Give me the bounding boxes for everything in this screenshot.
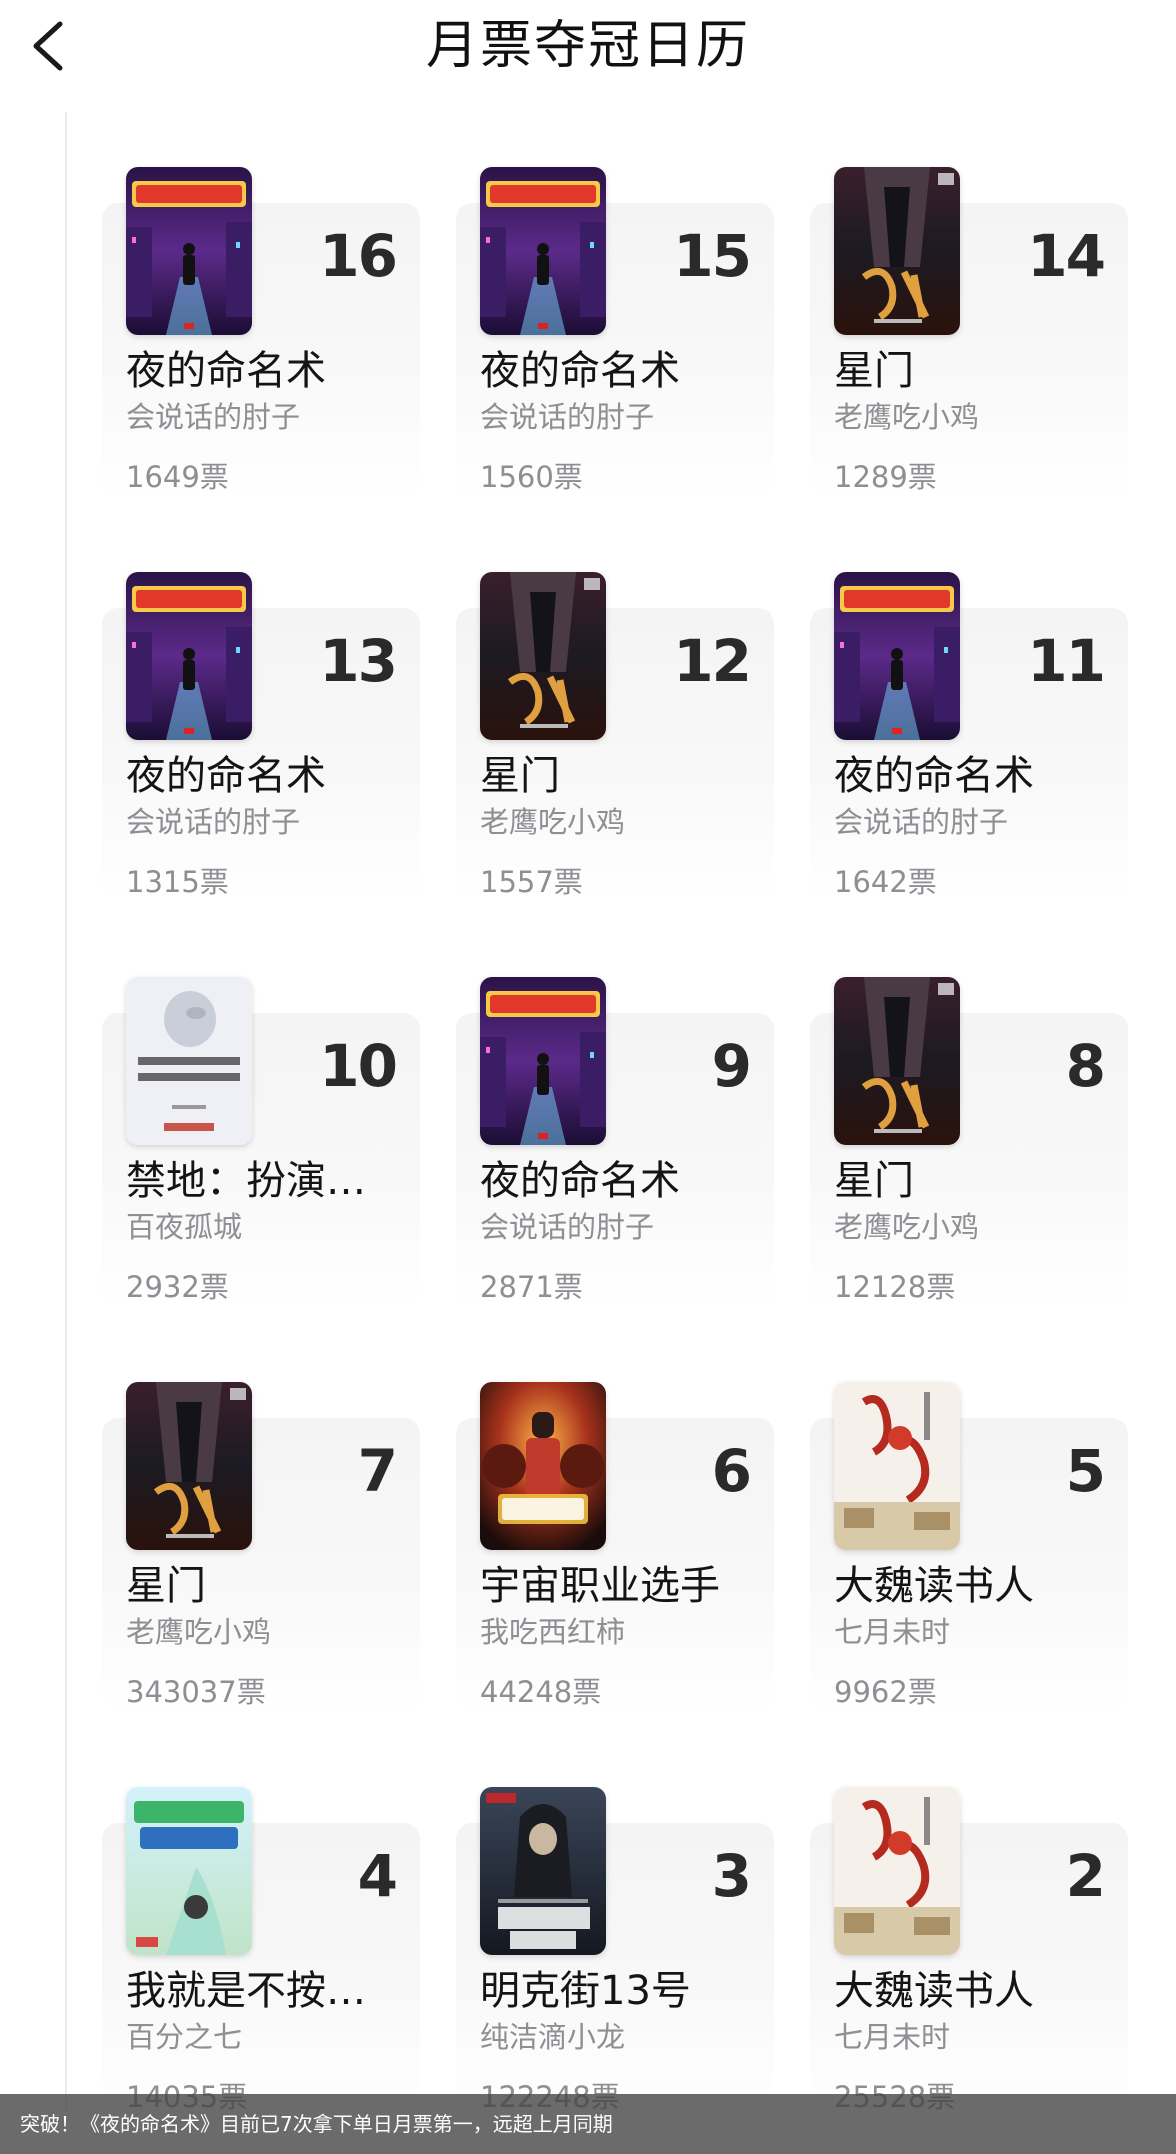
calendar-card[interactable]: 16 夜的命名术 会说话的肘子 1649票 [102, 167, 420, 497]
calendar-card[interactable]: 3明克街13号纯洁滴小龙122248票 [456, 1787, 774, 2117]
book-author: 百夜孤城 [126, 1210, 243, 1244]
book-cover[interactable] [126, 572, 252, 740]
book-cover[interactable] [834, 167, 960, 335]
book-author: 会说话的肘子 [480, 1210, 655, 1244]
monthly-votes: 1642票 [834, 865, 937, 899]
banner-text: 突破！《夜的命名术》目前已7次拿下单日月票第一，远超上月同期 [20, 2112, 613, 2136]
day-number: 11 [1027, 627, 1106, 695]
calendar-card[interactable]: 4我就是不按…百分之七14035票 [102, 1787, 420, 2117]
book-cover[interactable] [126, 1787, 252, 1955]
book-author: 七月未时 [834, 1615, 951, 1649]
book-title[interactable]: 夜的命名术 [834, 750, 1104, 802]
book-author: 我吃西红柿 [480, 1615, 626, 1649]
calendar-card[interactable]: 8 星门 老鹰吃小鸡 12128票 [810, 977, 1128, 1307]
day-number: 15 [673, 222, 752, 290]
monthly-votes: 1649票 [126, 460, 229, 494]
calendar-card[interactable]: 11 夜的命名术 会说话的肘子 1642票 [810, 572, 1128, 902]
day-number: 13 [319, 627, 398, 695]
calendar-card[interactable]: 15 夜的命名术 会说话的肘子 1560票 [456, 167, 774, 497]
book-author: 七月未时 [834, 2020, 951, 2054]
calendar-grid: 16 夜的命名术 会说话的肘子 1649票 15 夜的命名术 会说话的肘子 1560票 14… [0, 0, 1176, 2154]
day-number: 2 [1065, 1842, 1106, 1910]
book-author: 老鹰吃小鸡 [126, 1615, 272, 1649]
book-author: 老鹰吃小鸡 [480, 805, 626, 839]
calendar-card[interactable]: 13 夜的命名术 会说话的肘子 1315票 [102, 572, 420, 902]
book-author: 会说话的肘子 [126, 400, 301, 434]
monthly-votes: 1557票 [480, 865, 583, 899]
book-author: 老鹰吃小鸡 [834, 1210, 980, 1244]
book-title[interactable]: 夜的命名术 [480, 1155, 750, 1207]
book-author: 纯洁滴小龙 [480, 2020, 626, 2054]
book-author: 百分之七 [126, 2020, 243, 2054]
monthly-votes: 1315票 [126, 865, 229, 899]
monthly-votes: 1289票 [834, 460, 937, 494]
book-title[interactable]: 我就是不按… [126, 1965, 396, 2017]
book-cover[interactable] [480, 977, 606, 1145]
book-cover[interactable] [480, 1787, 606, 1955]
book-title[interactable]: 明克街13号 [480, 1965, 750, 2017]
monthly-votes: 44248票 [480, 1675, 602, 1709]
day-number: 7 [357, 1437, 398, 1505]
monthly-votes: 9962票 [834, 1675, 937, 1709]
day-number: 4 [357, 1842, 398, 1910]
book-cover[interactable] [834, 977, 960, 1145]
day-number: 3 [711, 1842, 752, 1910]
book-title[interactable]: 宇宙职业选手 [480, 1560, 750, 1612]
day-number: 14 [1027, 222, 1106, 290]
book-title[interactable]: 夜的命名术 [126, 345, 396, 397]
book-title[interactable]: 夜的命名术 [480, 345, 750, 397]
calendar-card[interactable]: 12 星门 老鹰吃小鸡 1557票 [456, 572, 774, 902]
book-author: 会说话的肘子 [834, 805, 1009, 839]
book-cover[interactable] [480, 1382, 606, 1550]
book-title[interactable]: 星门 [834, 345, 1104, 397]
calendar-card[interactable]: 6 宇宙职业选手 我吃西红柿 44248票 [456, 1382, 774, 1712]
day-number: 6 [711, 1437, 752, 1505]
book-title[interactable]: 大魏读书人 [834, 1965, 1104, 2017]
book-author: 会说话的肘子 [480, 400, 655, 434]
book-cover[interactable] [834, 1787, 960, 1955]
day-number: 12 [673, 627, 752, 695]
calendar-card[interactable]: 10 禁地：扮演… 百夜孤城 2932票 [102, 977, 420, 1307]
book-cover[interactable] [480, 167, 606, 335]
book-cover[interactable] [126, 977, 252, 1145]
calendar-card[interactable]: 5 大魏读书人 七月未时 9962票 [810, 1382, 1128, 1712]
calendar-card[interactable]: 14 星门 老鹰吃小鸡 1289票 [810, 167, 1128, 497]
day-number: 16 [319, 222, 398, 290]
monthly-votes: 1560票 [480, 460, 583, 494]
day-number: 5 [1065, 1437, 1106, 1505]
book-title[interactable]: 星门 [834, 1155, 1104, 1207]
monthly-votes: 343037票 [126, 1675, 266, 1709]
day-number: 10 [319, 1032, 398, 1100]
monthly-votes: 12128票 [834, 1270, 956, 1304]
calendar-card[interactable]: 2大魏读书人七月未时25528票 [810, 1787, 1128, 2117]
calendar-card[interactable]: 7 星门 老鹰吃小鸡 343037票 [102, 1382, 420, 1712]
book-cover[interactable] [126, 1382, 252, 1550]
notification-banner[interactable]: 突破！《夜的命名术》目前已7次拿下单日月票第一，远超上月同期 [0, 2094, 1176, 2154]
book-cover[interactable] [834, 1382, 960, 1550]
monthly-votes: 2871票 [480, 1270, 583, 1304]
book-author: 老鹰吃小鸡 [834, 400, 980, 434]
day-number: 8 [1065, 1032, 1106, 1100]
book-title[interactable]: 夜的命名术 [126, 750, 396, 802]
monthly-votes: 2932票 [126, 1270, 229, 1304]
book-cover[interactable] [126, 167, 252, 335]
book-author: 会说话的肘子 [126, 805, 301, 839]
book-cover[interactable] [834, 572, 960, 740]
calendar-card[interactable]: 9 夜的命名术 会说话的肘子 2871票 [456, 977, 774, 1307]
book-cover[interactable] [480, 572, 606, 740]
book-title[interactable]: 大魏读书人 [834, 1560, 1104, 1612]
book-title[interactable]: 禁地：扮演… [126, 1155, 396, 1207]
book-title[interactable]: 星门 [480, 750, 750, 802]
book-title[interactable]: 星门 [126, 1560, 396, 1612]
day-number: 9 [711, 1032, 752, 1100]
